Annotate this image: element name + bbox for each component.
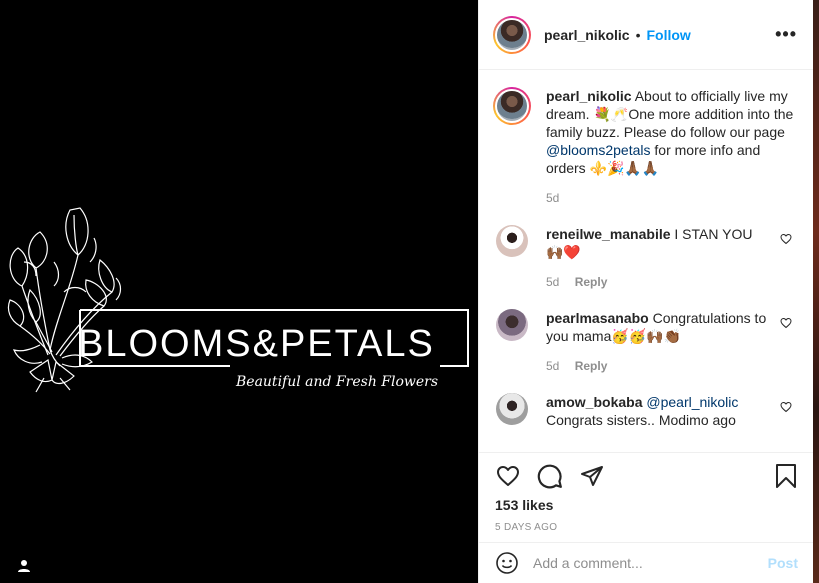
author-avatar[interactable] xyxy=(493,15,531,54)
comment-like-heart-icon[interactable] xyxy=(780,401,792,413)
reply-button[interactable]: Reply xyxy=(575,359,608,373)
comment-text: pearlmasanabo Congratulations to you mam… xyxy=(546,310,767,344)
comment-username[interactable]: reneilwe_manabile xyxy=(546,226,671,242)
comment-time: 5d xyxy=(546,359,560,373)
caption-text: pearl_nikolic About to officially live m… xyxy=(546,87,800,177)
post-comment-button[interactable]: Post xyxy=(768,555,798,571)
likes-count[interactable]: 153 likes xyxy=(495,497,798,513)
post-details-panel: pearl_nikolic • Follow ••• pearl_nikolic… xyxy=(478,0,814,583)
caption-time: 5d xyxy=(546,191,560,205)
post-header: pearl_nikolic • Follow ••• xyxy=(479,0,813,70)
brand-title: BLOOMS&PETALS xyxy=(78,323,435,365)
follow-button[interactable]: Follow xyxy=(647,27,691,43)
post-image[interactable]: BLOOMS&PETALS Beautiful and Fresh Flower… xyxy=(0,0,478,583)
comment-meta: 5d Reply xyxy=(546,275,771,289)
more-options-icon[interactable]: ••• xyxy=(775,24,797,45)
brand-tagline: Beautiful and Fresh Flowers xyxy=(235,374,438,390)
emoji-icon[interactable] xyxy=(495,551,519,575)
comment-avatar[interactable] xyxy=(496,309,528,341)
comment-text: amow_bokaba @pearl_nikolic Congrats sist… xyxy=(546,394,739,428)
caption-username[interactable]: pearl_nikolic xyxy=(546,88,632,104)
comment-username[interactable]: pearlmasanabo xyxy=(546,310,649,326)
comments-list[interactable]: pearl_nikolic About to officially live m… xyxy=(479,71,814,452)
comment-time: 5d xyxy=(546,275,560,289)
blooms-petals-logo: BLOOMS&PETALS Beautiful and Fresh Flower… xyxy=(7,207,469,393)
comment-username[interactable]: amow_bokaba xyxy=(546,394,642,410)
comment-item: pearlmasanabo Congratulations to you mam… xyxy=(493,309,800,373)
share-icon[interactable] xyxy=(579,464,605,488)
background-edge xyxy=(813,0,819,583)
author-username[interactable]: pearl_nikolic xyxy=(544,27,630,43)
comment-like-heart-icon[interactable] xyxy=(780,317,792,329)
post-caption: pearl_nikolic About to officially live m… xyxy=(493,87,800,205)
comment-meta: 5d Reply xyxy=(546,359,771,373)
post-timestamp: 5 DAYS AGO xyxy=(495,522,558,533)
user-tag-icon[interactable] xyxy=(14,557,34,577)
add-comment-bar: Post xyxy=(479,542,814,583)
comment-icon[interactable] xyxy=(537,463,563,489)
caption-avatar[interactable] xyxy=(493,87,531,125)
caption-mention-link[interactable]: @blooms2petals xyxy=(546,142,651,158)
reply-button[interactable]: Reply xyxy=(575,275,608,289)
heart-icon[interactable] xyxy=(495,464,521,488)
comment-text: reneilwe_manabile I STAN YOU 🙌🏾❤️ xyxy=(546,226,753,260)
separator-dot: • xyxy=(635,26,641,43)
comment-avatar[interactable] xyxy=(496,393,528,425)
comment-mention-link[interactable]: @pearl_nikolic xyxy=(646,394,738,410)
bookmark-icon[interactable] xyxy=(774,463,798,489)
comment-item: amow_bokaba @pearl_nikolic Congrats sist… xyxy=(493,393,800,429)
comment-item: reneilwe_manabile I STAN YOU 🙌🏾❤️ 5d Rep… xyxy=(493,225,800,289)
post-actions: 153 likes 5 DAYS AGO xyxy=(479,452,814,542)
comment-input[interactable] xyxy=(533,555,768,571)
comment-like-heart-icon[interactable] xyxy=(780,233,792,245)
comment-avatar[interactable] xyxy=(496,225,528,257)
